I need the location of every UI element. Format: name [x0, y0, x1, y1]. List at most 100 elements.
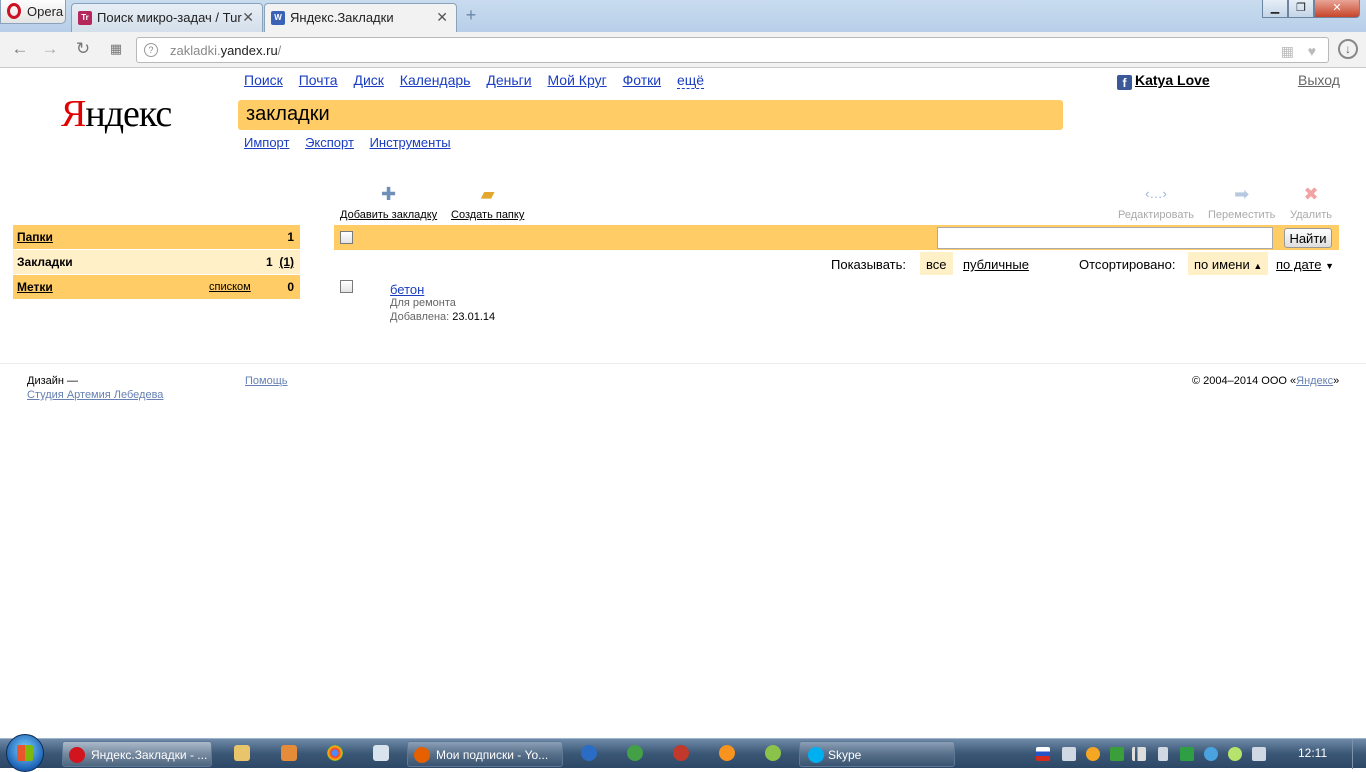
service-link-moikrug[interactable]: Мой Круг [547, 72, 606, 88]
tab-micro-tasks[interactable]: Tr Поиск микро-задач / Tur ✕ [71, 3, 263, 32]
sort-by-date-link[interactable]: по дате ▼ [1276, 257, 1334, 272]
bookmark-checkbox[interactable] [340, 280, 353, 293]
bookmark-description: Для ремонта [390, 297, 456, 309]
tray-check-icon[interactable] [1110, 747, 1124, 761]
sidebar-item-label[interactable]: Метки [17, 280, 53, 294]
clock[interactable]: 12:11 [1298, 746, 1327, 760]
service-link-calendar[interactable]: Календарь [400, 72, 471, 88]
calculator-icon[interactable] [373, 745, 389, 761]
explorer-icon[interactable] [234, 745, 250, 761]
service-link-search[interactable]: Поиск [244, 72, 283, 88]
service-link-photos[interactable]: Фотки [623, 72, 661, 88]
app-icon[interactable] [281, 745, 297, 761]
forward-arrow-icon[interactable]: → [40, 39, 60, 59]
opera-menu-label: Opera [27, 4, 64, 19]
language-flag-icon[interactable] [1036, 747, 1050, 761]
filter-all-selected[interactable]: все [920, 252, 953, 275]
sidebar-item-folders[interactable]: Папки 1 [13, 225, 300, 249]
download-icon[interactable]: ↓ [1338, 39, 1358, 59]
add-bookmark-button[interactable]: ✚ Добавить закладку [340, 183, 437, 221]
tools-link[interactable]: Инструменты [370, 135, 451, 150]
opera-menu-button[interactable]: Opera [0, 0, 66, 24]
create-folder-button[interactable]: ▰ Создать папку [451, 183, 524, 221]
tags-list-view-link[interactable]: списком [209, 281, 251, 293]
sub-nav: Импорт Экспорт Инструменты [244, 135, 463, 150]
volume-icon[interactable] [1062, 747, 1076, 761]
reload-icon[interactable]: ↻ [73, 39, 93, 59]
tab-favicon-icon: Tr [78, 11, 92, 25]
list-filters: Показывать: все публичные Отсортировано:… [0, 251, 1366, 275]
service-link-disk[interactable]: Диск [353, 72, 383, 88]
app-red-icon[interactable] [673, 745, 689, 761]
browser-toolbar: ← → ↻ ▦ ? zakladki.yandex.ru/ ▦ ♥ ↓ [0, 32, 1366, 68]
sort-asc-icon: ▲ [1253, 261, 1263, 271]
user-name-link[interactable]: Katya Love [1135, 72, 1210, 88]
tab-close-icon[interactable]: ✕ [242, 9, 254, 26]
sort-by-name-selected[interactable]: по имени ▲ [1188, 252, 1269, 275]
help-link[interactable]: Помощь [245, 375, 288, 387]
edit-label: Редактировать [1118, 209, 1194, 221]
service-link-mail[interactable]: Почта [299, 72, 338, 88]
tray-sync-icon[interactable] [1180, 747, 1194, 761]
ie-icon[interactable] [581, 745, 597, 761]
minimize-icon[interactable]: ▁ [1262, 0, 1288, 18]
edit-icon: ‹…› [1145, 186, 1167, 201]
chevron-down-icon: ▼ [1325, 261, 1334, 271]
start-button[interactable] [6, 734, 44, 772]
select-all-checkbox[interactable] [340, 231, 353, 244]
design-label: Дизайн — [27, 375, 79, 387]
import-link[interactable]: Импорт [244, 135, 289, 150]
tray-update-icon[interactable] [1204, 747, 1218, 761]
tray-chat-icon[interactable] [1228, 747, 1242, 761]
tray-app-icon[interactable] [1086, 747, 1100, 761]
filter-public-link[interactable]: публичные [963, 257, 1029, 272]
new-tab-icon[interactable]: + [462, 6, 480, 25]
sorted-label: Отсортировано: [1079, 257, 1176, 272]
app-green-icon[interactable] [765, 745, 781, 761]
yandex-copyright-link[interactable]: Яндекс [1296, 375, 1333, 387]
logout-link[interactable]: Выход [1298, 72, 1340, 88]
yandex-logo[interactable]: Яндекс [61, 92, 172, 136]
network-signal-icon[interactable] [1132, 747, 1146, 761]
battery-icon[interactable] [1158, 747, 1168, 761]
move-button[interactable]: ➡ Переместить [1208, 183, 1275, 221]
move-label: Переместить [1208, 209, 1276, 221]
service-link-money[interactable]: Деньги [486, 72, 531, 88]
heart-icon[interactable]: ♥ [1308, 43, 1316, 59]
delete-button[interactable]: ✖ Удалить [1290, 183, 1332, 221]
taskbar-item-firefox[interactable]: Мои подписки - Yo... [407, 741, 563, 767]
back-arrow-icon[interactable]: ← [10, 39, 30, 59]
utorrent-icon[interactable] [627, 745, 643, 761]
bookmark-search-input[interactable] [937, 227, 1273, 249]
odnoklassniki-icon[interactable] [719, 745, 735, 761]
tray-device-icon[interactable] [1252, 747, 1266, 761]
windows-taskbar: Яндекс.Закладки - ... Мои подписки - Yo.… [0, 734, 1366, 772]
skype-icon [808, 747, 824, 763]
show-desktop-button[interactable] [1352, 739, 1366, 769]
tab-title: Яндекс.Закладки [290, 10, 394, 25]
export-link[interactable]: Экспорт [305, 135, 354, 150]
opera-icon [69, 747, 85, 763]
address-url[interactable]: zakladki.yandex.ru/ [170, 43, 281, 58]
address-bar[interactable]: ? zakladki.yandex.ru/ ▦ ♥ [136, 37, 1329, 63]
taskbar-item-yandex[interactable]: Яндекс.Закладки - ... [62, 741, 212, 767]
window-close-icon[interactable]: ✕ [1314, 0, 1360, 18]
sidebar-item-label[interactable]: Папки [17, 230, 53, 244]
add-bookmark-label[interactable]: Добавить закладку [340, 209, 437, 221]
design-studio-link[interactable]: Студия Артемия Лебедева [27, 389, 163, 401]
chrome-icon[interactable] [327, 745, 343, 761]
taskbar-item-label: Skype [828, 748, 862, 762]
bookmark-title-link[interactable]: бетон [390, 282, 424, 297]
edit-button[interactable]: ‹…› Редактировать [1118, 183, 1194, 221]
create-folder-label[interactable]: Создать папку [451, 209, 524, 221]
tab-yandex-bookmarks[interactable]: W Яндекс.Закладки ✕ [264, 3, 457, 32]
search-button[interactable]: Найти [1284, 228, 1332, 248]
site-info-icon[interactable]: ? [144, 43, 158, 57]
tab-close-icon[interactable]: ✕ [436, 9, 448, 26]
maximize-icon[interactable]: ❐ [1288, 0, 1314, 18]
service-link-more[interactable]: ещё [676, 72, 705, 89]
sidebar-item-tags[interactable]: Метки списком 0 [13, 275, 300, 299]
taskbar-item-skype[interactable]: Skype [799, 741, 955, 767]
speed-dial-icon[interactable]: ▦ [106, 39, 126, 59]
stash-grid-icon[interactable]: ▦ [1281, 43, 1294, 60]
